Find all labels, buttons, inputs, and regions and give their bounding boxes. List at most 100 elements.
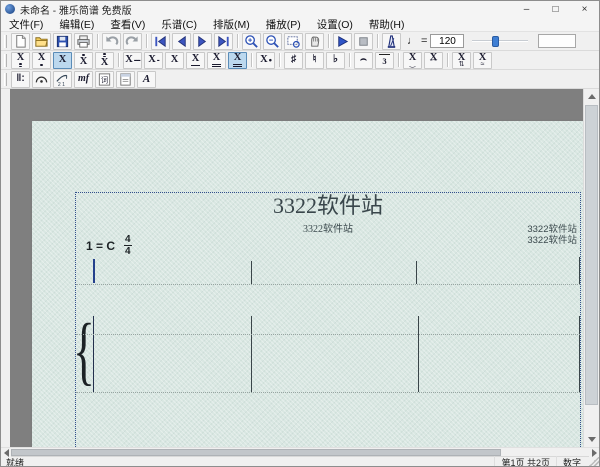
button-glyph: ♯	[291, 55, 296, 65]
dynamics-button[interactable]: mf	[74, 71, 93, 88]
vertical-scroll-thumb[interactable]	[585, 105, 598, 405]
button-glyph: X	[192, 54, 200, 64]
slide-up-button[interactable]: X⁀	[424, 52, 443, 69]
redo-button[interactable]	[123, 33, 142, 50]
natural-button[interactable]: ♮	[305, 52, 324, 69]
sixteenth-note-button[interactable]: X	[207, 52, 226, 69]
go-first-button[interactable]	[151, 33, 170, 50]
zoom-region-button[interactable]	[284, 33, 303, 50]
octave-down-1-button[interactable]: X	[32, 52, 51, 69]
repeat-barline-button[interactable]: ‖:	[11, 71, 30, 88]
menu-help[interactable]: 帮助(H)	[361, 17, 413, 31]
thirtysecond-note-button[interactable]: X	[228, 52, 247, 69]
score-credits[interactable]: 3322软件站 3322软件站	[527, 224, 577, 246]
sharp-button[interactable]: ♯	[284, 52, 303, 69]
menu-settings[interactable]: 设置(O)	[309, 17, 361, 31]
tie-button[interactable]: ⌢	[354, 52, 373, 69]
menu-view[interactable]: 查看(V)	[102, 17, 153, 31]
eighth-note-button[interactable]: X	[186, 52, 205, 69]
menu-score[interactable]: 乐谱(C)	[153, 17, 205, 31]
toolbar-grip[interactable]	[4, 35, 7, 48]
save-button[interactable]	[53, 33, 72, 50]
scroll-right-button[interactable]	[589, 448, 599, 457]
slider-thumb[interactable]	[492, 36, 499, 47]
undo-arrow-icon	[104, 34, 119, 49]
nav-first-icon	[153, 34, 168, 49]
toolbar-grip[interactable]	[4, 73, 7, 86]
text-tool-button[interactable]: A	[137, 71, 156, 88]
resize-grip[interactable]	[587, 457, 599, 467]
tempo-slider[interactable]	[472, 34, 528, 48]
duration-suffix: -	[157, 56, 159, 65]
scroll-up-button[interactable]	[584, 89, 599, 104]
score-page[interactable]: 3322软件站 3322软件站 3322软件站 3322软件站 1 = C 4 …	[32, 121, 585, 447]
horizontal-scrollbar[interactable]	[1, 447, 599, 456]
toolbar-separator	[237, 34, 238, 48]
maximize-button[interactable]: □	[541, 1, 570, 17]
trill-button[interactable]: X≈	[473, 52, 492, 69]
toolbar-grip[interactable]	[4, 54, 7, 67]
ornament-mark: ⇅	[459, 63, 465, 67]
score-subtitle[interactable]: 3322软件站	[76, 220, 580, 235]
half-note-button[interactable]: X-	[144, 52, 163, 69]
credit-line-1: 3322软件站	[527, 224, 577, 235]
selection-rectangle: 3322软件站 3322软件站 3322软件站 3322软件站 1 = C 4 …	[75, 192, 581, 447]
title-bar: 未命名 - 雅乐简谱 免费版 – □ ×	[1, 1, 599, 17]
print-button[interactable]	[74, 33, 93, 50]
redo-arrow-icon	[125, 34, 140, 49]
stop-button[interactable]	[354, 33, 373, 50]
octave-up-2-button[interactable]: X	[95, 52, 114, 69]
zoom-in-button[interactable]	[242, 33, 261, 50]
fermata-icon	[34, 72, 49, 87]
barline	[251, 316, 252, 392]
minimize-button[interactable]: –	[512, 1, 541, 17]
menu-edit[interactable]: 编辑(E)	[51, 17, 102, 31]
slide-down-button[interactable]: X‿	[403, 52, 422, 69]
button-glyph: mf	[78, 74, 89, 84]
undo-button[interactable]	[102, 33, 121, 50]
button-glyph: X	[101, 58, 109, 68]
fermata-button[interactable]	[32, 71, 51, 88]
scroll-left-button[interactable]	[1, 448, 11, 457]
octave-down-2-button[interactable]: X	[11, 52, 30, 69]
menu-play[interactable]: 播放(P)	[258, 17, 309, 31]
go-prev-button[interactable]	[172, 33, 191, 50]
metronome-button[interactable]	[382, 33, 401, 50]
status-ready-text: 就绪	[1, 456, 494, 467]
staff-guide-line	[76, 334, 580, 335]
scroll-down-button[interactable]	[584, 432, 599, 447]
go-last-button[interactable]	[214, 33, 233, 50]
close-button[interactable]: ×	[570, 1, 599, 17]
new-file-button[interactable]	[11, 33, 30, 50]
flat-button[interactable]: ♭	[326, 52, 345, 69]
score-title[interactable]: 3322软件站	[76, 194, 580, 218]
barline	[251, 261, 252, 284]
menu-bar: 文件(F)编辑(E)查看(V)乐谱(C)排版(M)播放(P)设置(O)帮助(H)	[1, 17, 599, 32]
tremolo-button[interactable]: X⇅	[452, 52, 471, 69]
toolbar-separator	[328, 34, 329, 48]
glissando-button[interactable]: 2 1	[53, 71, 72, 88]
horizontal-scroll-thumb[interactable]	[11, 449, 501, 456]
zoom-out-button[interactable]	[263, 33, 282, 50]
lyrics-button[interactable]: 词	[95, 71, 114, 88]
barline	[579, 316, 580, 392]
menu-layout[interactable]: 排版(M)	[205, 17, 258, 31]
whole-note-button[interactable]: X---	[123, 52, 142, 69]
toolbar-separator	[447, 53, 448, 67]
pan-button[interactable]	[305, 33, 324, 50]
open-file-button[interactable]	[32, 33, 51, 50]
play-button[interactable]	[333, 33, 352, 50]
toolbar-separator	[398, 53, 399, 67]
quarter-note-button[interactable]: X	[165, 52, 184, 69]
triplet-button[interactable]: 3	[375, 52, 394, 69]
note-plain-button[interactable]: X	[53, 52, 72, 69]
key-time-signature[interactable]: 1 = C 4 4	[86, 235, 132, 256]
go-next-button[interactable]	[193, 33, 212, 50]
octave-up-1-button[interactable]: X	[74, 52, 93, 69]
vertical-scrollbar[interactable]	[583, 89, 599, 447]
menu-file[interactable]: 文件(F)	[1, 17, 51, 31]
page-setup-button[interactable]	[116, 71, 135, 88]
dotted-note-button[interactable]: X•	[256, 52, 275, 69]
tempo-input[interactable]	[430, 34, 464, 48]
octave-dot	[19, 63, 22, 65]
